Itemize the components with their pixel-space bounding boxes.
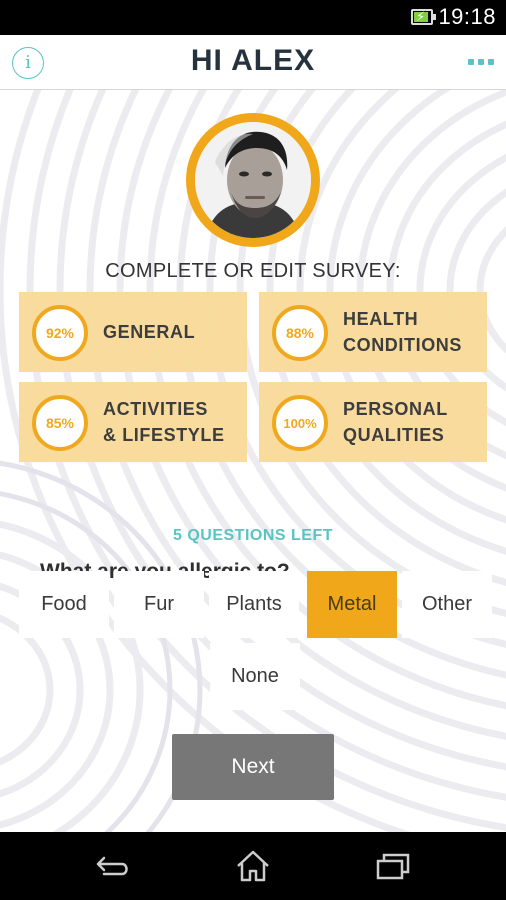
survey-card-general[interactable]: 92% GENERAL — [19, 292, 247, 372]
app-screen: i HI ALEX COMPLETE OR EDIT SURVEY: 92% G… — [0, 35, 506, 832]
status-time: 19:18 — [438, 4, 496, 29]
progress-ring: 88% — [272, 305, 328, 361]
progress-ring: 100% — [272, 395, 328, 451]
option-metal[interactable]: Metal — [307, 571, 397, 638]
recent-apps-icon[interactable] — [368, 846, 418, 886]
profile-photo — [195, 122, 311, 238]
progress-ring: 85% — [32, 395, 88, 451]
next-button[interactable]: Next — [172, 734, 334, 800]
survey-card-label: HEALTH CONDITIONS — [343, 309, 463, 355]
home-icon[interactable] — [228, 846, 278, 886]
option-none[interactable]: None — [210, 643, 300, 710]
progress-ring: 92% — [32, 305, 88, 361]
survey-card-health-conditions[interactable]: 88% HEALTH CONDITIONS — [259, 292, 487, 372]
survey-card-activities-lifestyle[interactable]: 85% ACTIVITIES & LIFESTYLE — [19, 382, 247, 462]
option-other[interactable]: Other — [402, 571, 492, 638]
battery-charging-icon: ⚡ — [411, 9, 436, 25]
option-food[interactable]: Food — [19, 571, 109, 638]
system-nav-bar — [0, 832, 506, 900]
avatar[interactable] — [186, 113, 320, 247]
survey-card-label: PERSONAL QUALITIES — [343, 399, 448, 445]
page-title: HI ALEX — [190, 44, 316, 77]
survey-card-label: GENERAL — [103, 322, 196, 342]
main-content: COMPLETE OR EDIT SURVEY: 92% GENERAL 88%… — [0, 90, 506, 832]
status-bar: ⚡ 19:18 — [0, 0, 506, 35]
more-dots-icon[interactable] — [468, 59, 494, 65]
option-plants[interactable]: Plants — [209, 571, 299, 638]
option-fur[interactable]: Fur — [114, 571, 204, 638]
app-header: i HI ALEX — [0, 35, 506, 90]
survey-heading: COMPLETE OR EDIT SURVEY: — [105, 260, 401, 282]
back-icon[interactable] — [88, 846, 138, 886]
survey-card-label: ACTIVITIES & LIFESTYLE — [103, 399, 225, 445]
questions-remaining: 5 QUESTIONS LEFT — [172, 527, 333, 544]
survey-card-personal-qualities[interactable]: 100% PERSONAL QUALITIES — [259, 382, 487, 462]
